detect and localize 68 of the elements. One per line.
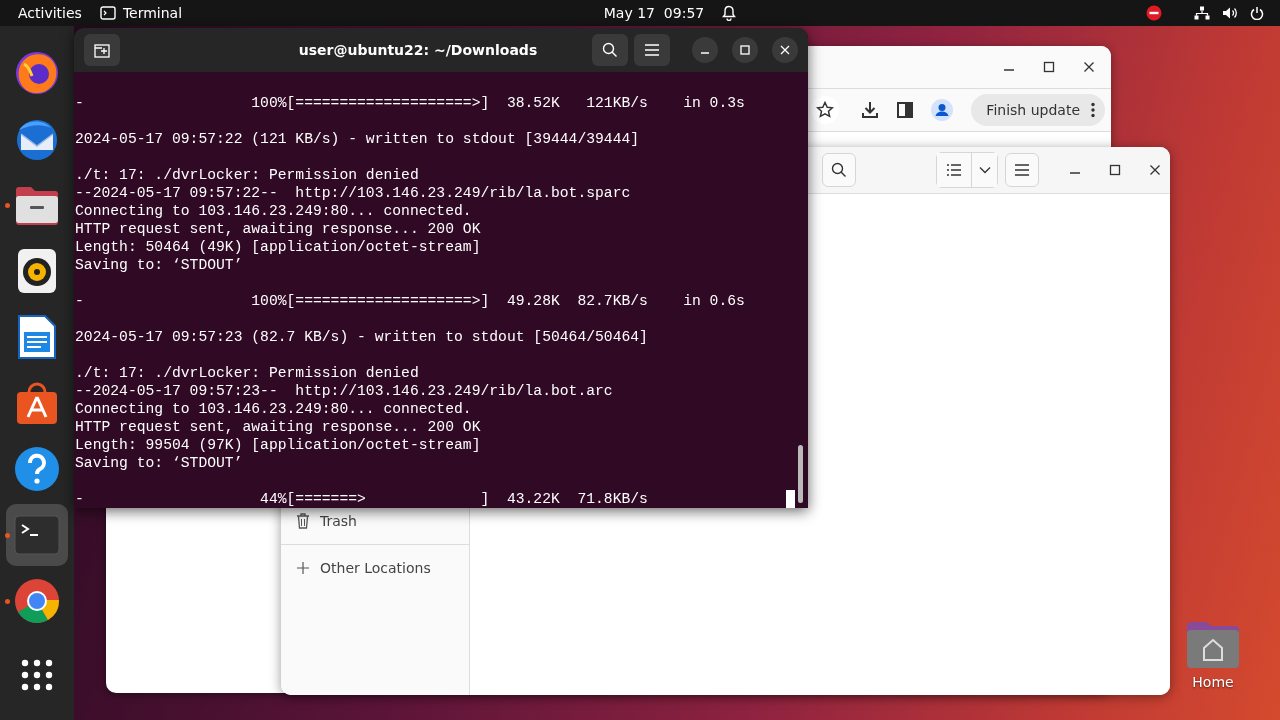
- search-button[interactable]: [822, 153, 856, 187]
- new-tab-button[interactable]: [84, 34, 120, 66]
- close-icon[interactable]: [1083, 61, 1095, 73]
- tricolor-browser-icon[interactable]: [14, 578, 60, 624]
- help-icon[interactable]: [14, 446, 60, 492]
- new-tab-icon[interactable]: [94, 42, 110, 58]
- star-icon[interactable]: [816, 101, 835, 119]
- fox-browser-icon[interactable]: [14, 50, 60, 96]
- menu-icon[interactable]: [1015, 164, 1029, 176]
- terminal-output-line: 2024-05-17 09:57:23 (82.7 KB/s) - written to stdout [50464/50464]: [75, 328, 649, 346]
- terminal-output-line: - 44%[=======> ] 43.22K 71.8KB/s: [75, 490, 649, 508]
- profile-avatar-icon[interactable]: [931, 99, 954, 121]
- terminal-output-line: --2024-05-17 09:57:23-- http://103.146.23.249/rib/la.bot.arc: [75, 382, 614, 400]
- menu-button[interactable]: [1005, 153, 1039, 187]
- terminal-output-line: Saving to: ‘STDOUT’: [75, 256, 244, 274]
- terminal-output-line: Length: 99504 (97K) [application/octet-stream]: [75, 436, 482, 454]
- maximize-icon[interactable]: [1043, 61, 1055, 73]
- terminal-output-line: --2024-05-17 09:57:22-- http://103.146.23.249/rib/la.bot.sparc: [75, 184, 632, 202]
- kebab-menu-icon[interactable]: [1091, 102, 1095, 118]
- terminal-output-line: ./t: 17: ./dvrLocker: Permission denied: [75, 364, 420, 382]
- app-grid-icon[interactable]: [21, 659, 53, 691]
- terminal-output-line: HTTP request sent, awaiting response... 200 OK: [75, 418, 482, 436]
- network-icon[interactable]: [1194, 6, 1210, 20]
- bookmark-star-button[interactable]: [811, 96, 840, 124]
- document-icon[interactable]: [17, 314, 57, 360]
- terminal-output-line: Saving to: ‘STDOUT’: [75, 454, 244, 472]
- search-icon[interactable]: [831, 162, 847, 178]
- terminal-icon[interactable]: [14, 515, 60, 555]
- download-icon[interactable]: [861, 101, 880, 119]
- terminal-output-line: Connecting to 103.146.23.249:80... connected.: [75, 202, 473, 220]
- folder-icon[interactable]: [14, 184, 60, 226]
- window-title: user@ubuntu22: ~/Downloads: [297, 42, 539, 58]
- search-icon[interactable]: [602, 42, 618, 58]
- clock-date[interactable]: May 17 09:57: [603, 5, 705, 21]
- close-button[interactable]: [772, 37, 798, 63]
- terminal-output-line: Length: 50464 (49K) [application/octet-stream]: [75, 238, 482, 256]
- plus-icon: [296, 561, 310, 575]
- bell-icon[interactable]: [722, 5, 737, 21]
- side-panel-icon[interactable]: [897, 102, 914, 118]
- terminal-output-line: - 100%[====================>] 49.28K 82.7KB/s in 0.6s: [75, 292, 746, 310]
- maximize-icon[interactable]: [1109, 164, 1121, 176]
- finish-update-button[interactable]: Finish update: [971, 94, 1105, 126]
- terminal-output-line: - 100%[====================>] 38.52K 121KB/s in 0.3s: [75, 94, 746, 112]
- activities-button[interactable]: Activities: [18, 5, 82, 21]
- minimize-button[interactable]: [692, 37, 718, 63]
- app-menu[interactable]: Terminal: [99, 5, 183, 21]
- trash-icon: [296, 513, 310, 529]
- home-folder-icon[interactable]: [1185, 620, 1241, 668]
- maximize-button[interactable]: [732, 37, 758, 63]
- terminal-output-line: Connecting to 103.146.23.249:80... connected.: [75, 400, 473, 418]
- list-view-button[interactable]: [937, 153, 971, 187]
- speaker-icon[interactable]: [17, 248, 57, 294]
- terminal-output-line: HTTP request sent, awaiting response... 200 OK: [75, 220, 482, 238]
- desktop-icon-label[interactable]: Home: [1192, 674, 1234, 690]
- do-not-disturb-icon[interactable]: [1146, 5, 1162, 21]
- search-button[interactable]: [592, 34, 628, 66]
- close-icon[interactable]: [1149, 164, 1161, 176]
- sidebar-item[interactable]: Other Locations: [281, 551, 469, 585]
- scrollbar-thumb[interactable]: [798, 445, 803, 503]
- chevron-down-icon[interactable]: [978, 166, 991, 174]
- volume-icon[interactable]: [1222, 6, 1238, 20]
- view-options-dropdown[interactable]: [971, 153, 997, 187]
- shopping-bag-icon[interactable]: [14, 380, 60, 426]
- terminal-output-line: 2024-05-17 09:57:22 (121 KB/s) - written to stdout [39444/39444]: [75, 130, 641, 148]
- power-icon[interactable]: [1250, 6, 1264, 20]
- terminal-output-line: ./t: 17: ./dvrLocker: Permission denied: [75, 166, 420, 184]
- list-icon[interactable]: [947, 164, 961, 176]
- menu-button[interactable]: [634, 34, 670, 66]
